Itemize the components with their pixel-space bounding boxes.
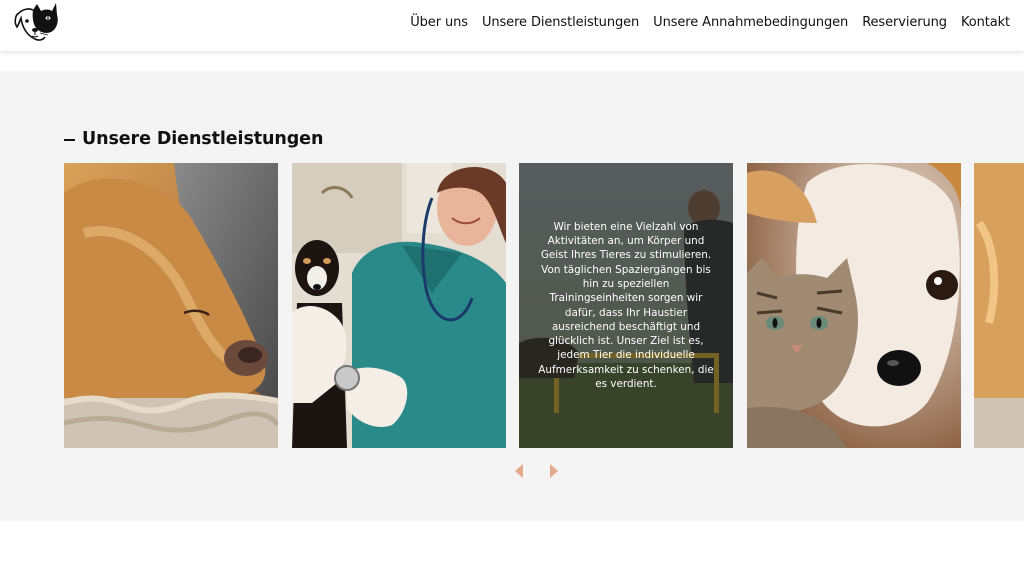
carousel-prev-button[interactable] xyxy=(512,463,526,479)
service-card-3[interactable]: Wir bieten eine Vielzahl von Aktivitäten… xyxy=(519,163,733,448)
heading-dash xyxy=(64,138,75,141)
golden-dog-photo xyxy=(974,163,1024,448)
vet-with-puppy-photo xyxy=(292,163,506,448)
caret-right-icon xyxy=(550,464,558,478)
section-title: Unsere Dienstleistungen xyxy=(82,129,324,149)
card-description: Wir bieten eine Vielzahl von Aktivitäten… xyxy=(538,220,714,390)
service-card-4[interactable] xyxy=(747,163,961,448)
services-carousel: Wir bieten eine Vielzahl von Aktivitäten… xyxy=(64,163,1024,448)
service-card-5[interactable] xyxy=(974,163,1024,448)
carousel-next-button[interactable] xyxy=(547,463,561,479)
nav-link-reservierung[interactable]: Reservierung xyxy=(862,15,947,30)
nav-link-dienstleistungen[interactable]: Unsere Dienstleistungen xyxy=(482,15,639,30)
kitten-and-puppy-photo xyxy=(747,163,961,448)
cat-dog-logo-icon[interactable] xyxy=(13,1,59,45)
service-card-2[interactable] xyxy=(292,163,506,448)
dog-and-cat-sleeping-photo xyxy=(64,163,278,448)
nav-link-ueber-uns[interactable]: Über uns xyxy=(410,15,468,30)
main-nav: Über uns Unsere Dienstleistungen Unsere … xyxy=(410,15,1010,30)
nav-link-kontakt[interactable]: Kontakt xyxy=(961,15,1010,30)
section-heading: Unsere Dienstleistungen xyxy=(64,129,323,149)
nav-link-annahmebedingungen[interactable]: Unsere Annahmebedingungen xyxy=(653,15,848,30)
service-card-1[interactable] xyxy=(64,163,278,448)
card-text-overlay: Wir bieten eine Vielzahl von Aktivitäten… xyxy=(519,163,733,448)
site-header: Über uns Unsere Dienstleistungen Unsere … xyxy=(0,0,1024,51)
caret-left-icon xyxy=(515,464,523,478)
